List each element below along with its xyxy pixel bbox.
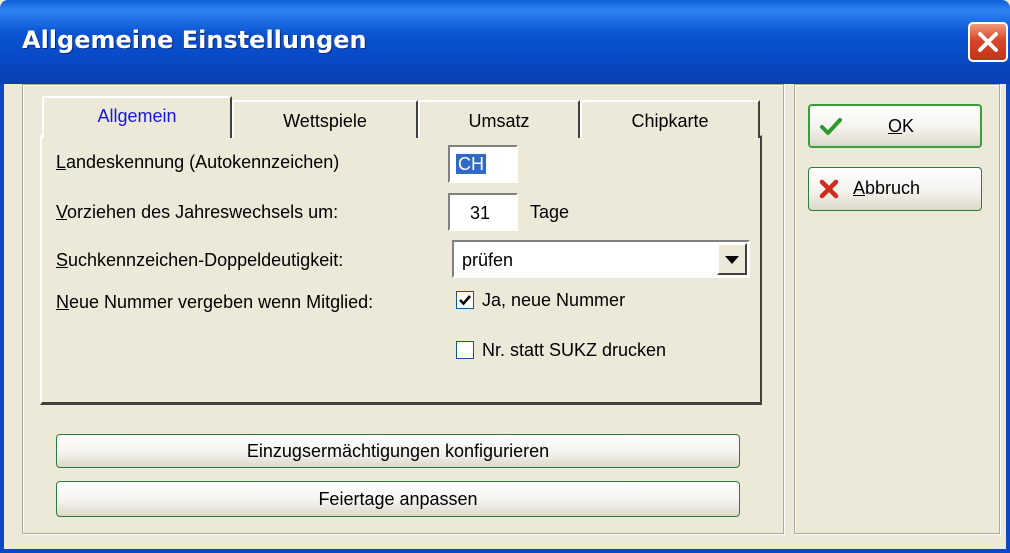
close-button[interactable]	[968, 22, 1008, 62]
doppeldeutigkeit-label: Suchkennzeichen-Doppeldeutigkeit:	[56, 250, 343, 271]
jahreswechsel-input[interactable]: 31	[448, 193, 518, 231]
ok-label: OK	[888, 116, 914, 137]
neue-nummer-checkbox[interactable]	[456, 291, 474, 309]
doppeldeutigkeit-value: prüfen	[462, 250, 514, 270]
tab-allgemein[interactable]: Allgemein	[42, 96, 232, 138]
window-title: Allgemeine Einstellungen	[22, 26, 367, 54]
ok-label-text: K	[902, 116, 915, 136]
window-frame-bottom	[0, 549, 1010, 553]
window-frame-left	[0, 84, 4, 553]
ok-button[interactable]: OK	[808, 104, 982, 148]
nr-statt-sukz-checkbox-label: Nr. statt SUKZ drucken	[482, 340, 667, 360]
checkmark-icon	[459, 295, 471, 306]
actions-panel	[794, 84, 1000, 534]
tab-label: Allgemein	[97, 106, 177, 126]
tab-label: Wettspiele	[283, 111, 367, 131]
close-icon	[978, 32, 998, 52]
dropdown-button[interactable]	[717, 243, 747, 275]
neue-nummer-checkbox-label: Ja, neue Nummer	[482, 290, 626, 310]
landeskennung-mnemonic: L	[56, 152, 67, 172]
ok-mnemonic: O	[888, 116, 903, 136]
abbruch-label: Abbruch	[853, 178, 920, 199]
title-bar[interactable]: Allgemeine Einstellungen	[0, 0, 1010, 84]
landeskennung-value: CH	[456, 154, 486, 174]
landeskennung-label-text: andeskennung (Autokennzeichen)	[66, 152, 340, 172]
landeskennung-label: Landeskennung (Autokennzeichen)	[56, 152, 339, 173]
dropdown-arrow-icon	[725, 256, 739, 264]
neue-nummer-label-text: eue Nummer vergeben wenn Mitglied:	[69, 292, 374, 312]
tage-unit: Tage	[530, 202, 570, 222]
doppeldeutigkeit-mnemonic: S	[56, 250, 69, 270]
tab-wettspiele[interactable]: Wettspiele	[232, 100, 418, 138]
doppeldeutigkeit-label-text: uchkennzeichen-Doppeldeutigkeit:	[68, 250, 344, 270]
jahreswechsel-label-text: orziehen des Jahreswechsels um:	[67, 202, 339, 222]
landeskennung-input[interactable]: CH	[448, 145, 518, 183]
abbruch-mnemonic: A	[853, 178, 866, 198]
tab-chipkarte[interactable]: Chipkarte	[580, 100, 760, 138]
einzugsermaechtigungen-label: Einzugsermächtigungen konfigurieren	[246, 441, 550, 461]
cross-icon	[819, 179, 839, 199]
doppeldeutigkeit-select[interactable]: prüfen	[452, 240, 750, 278]
einzugsermaechtigungen-button[interactable]: Einzugsermächtigungen konfigurieren	[56, 434, 740, 468]
jahreswechsel-mnemonic: V	[56, 202, 68, 222]
window-frame-right	[1006, 84, 1010, 553]
abbruch-button[interactable]: Abbruch	[808, 167, 982, 211]
jahreswechsel-label: Vorziehen des Jahreswechsels um:	[56, 202, 338, 223]
checkmark-icon	[820, 118, 842, 135]
neue-nummer-mnemonic: N	[56, 292, 69, 312]
abbruch-label-text: bbruch	[865, 178, 921, 198]
neue-nummer-label: Neue Nummer vergeben wenn Mitglied:	[56, 292, 373, 313]
jahreswechsel-value: 31	[470, 203, 491, 223]
tab-umsatz[interactable]: Umsatz	[418, 100, 580, 138]
feiertage-label: Feiertage anpassen	[318, 489, 478, 509]
tab-label: Umsatz	[468, 111, 530, 131]
feiertage-button[interactable]: Feiertage anpassen	[56, 481, 740, 517]
nr-statt-sukz-checkbox[interactable]	[456, 341, 474, 359]
tab-label: Chipkarte	[631, 111, 709, 131]
